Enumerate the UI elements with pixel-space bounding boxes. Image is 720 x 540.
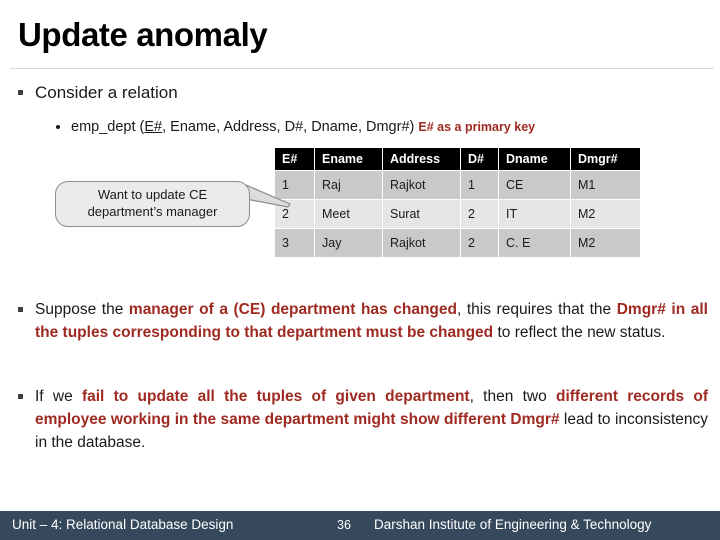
footer-page-number: 36 [337,518,351,532]
slide: Update anomaly Consider a relation emp_d… [0,0,720,540]
callout-update-ce-manager: Want to update CE department’s manager [55,181,250,227]
table-header-row: E# Ename Address D# Dname Dmgr# [274,147,641,171]
cell-ename: Meet [314,199,383,229]
footer-institute-label: Darshan Institute of Engineering & Techn… [374,517,652,532]
square-bullet-icon [18,90,23,95]
relation-key-note: E# as a primary key [418,120,536,134]
p1-emphasis-1: manager of a (CE) department has changed [128,301,457,318]
table-row: 2 Meet Surat 2 IT M2 [274,199,641,229]
callout-line-2: department’s manager [87,204,218,219]
p1-text-1: Suppose the [35,301,129,318]
column-header-did: D# [460,147,499,171]
title-divider [10,68,714,69]
cell-address: Rajkot [382,170,461,200]
p2-text-2: , then two [469,388,556,405]
relation-rest: , Ename, Address, D#, Dname, Dmgr#) [162,119,415,135]
table-row: 1 Raj Rajkot 1 CE M1 [274,170,641,200]
emp-dept-table: E# Ename Address D# Dname Dmgr# 1 Raj Ra… [274,147,641,258]
column-header-dmgr: Dmgr# [570,147,641,171]
cell-ename: Jay [314,228,383,258]
relation-primary-key: E# [144,119,163,135]
cell-dname: C. E [498,228,571,258]
paragraph-two-text: If we fail to update all the tuples of g… [35,386,708,454]
p2-text-1: If we [35,388,82,405]
bullet-paragraph-two: If we fail to update all the tuples of g… [18,386,708,454]
square-bullet-icon [18,394,23,399]
bullet-relation-schema: emp_dept (E#, Ename, Address, D#, Dname,… [56,118,535,136]
paragraph-one-text: Suppose the manager of a (CE) department… [35,299,708,345]
square-bullet-icon [18,307,23,312]
relation-schema-text: emp_dept (E#, Ename, Address, D#, Dname,… [71,118,535,136]
column-header-dname: Dname [498,147,571,171]
cell-eid: 3 [274,228,315,258]
cell-address: Surat [382,199,461,229]
cell-did: 1 [460,170,499,200]
bullet-paragraph-one: Suppose the manager of a (CE) department… [18,299,708,345]
cell-did: 2 [460,228,499,258]
callout-pointer-icon [246,184,291,208]
cell-address: Rajkot [382,228,461,258]
p2-emphasis-1: fail to update all the tuples of given d… [81,388,470,405]
column-header-address: Address [382,147,461,171]
cell-did: 2 [460,199,499,229]
cell-ename: Raj [314,170,383,200]
cell-dmgr: M2 [570,228,641,258]
p1-text-3: to reflect the new status. [493,323,666,341]
column-header-eid: E# [274,147,315,171]
cell-dname: IT [498,199,571,229]
dot-bullet-icon [56,125,60,129]
table-row: 3 Jay Rajkot 2 C. E M2 [274,228,641,258]
bullet-consider-label: Consider a relation [35,83,178,102]
cell-dmgr: M1 [570,170,641,200]
relation-prefix: emp_dept ( [71,119,145,135]
callout-line-1: Want to update CE [97,187,208,203]
cell-dmgr: M2 [570,199,641,229]
slide-footer: Unit – 4: Relational Database Design 36 … [0,511,720,540]
footer-unit-label: Unit – 4: Relational Database Design [12,517,234,532]
column-header-ename: Ename [314,147,383,171]
p1-text-2: , this requires that the [456,301,617,318]
page-title: Update anomaly [18,16,268,53]
bullet-consider-relation: Consider a relation [18,82,178,103]
cell-dname: CE [498,170,571,200]
